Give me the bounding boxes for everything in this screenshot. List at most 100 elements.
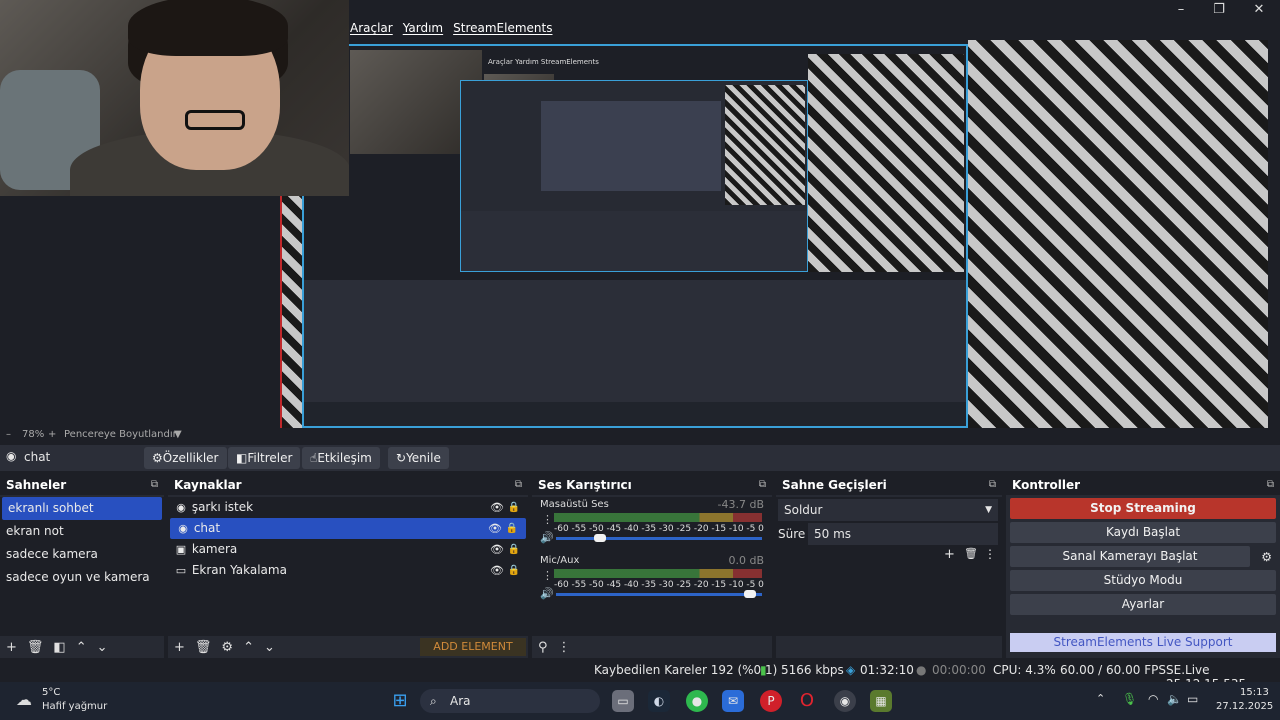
more-icon[interactable]: ⋮ (984, 547, 996, 561)
clock-time[interactable]: 15:13 (1240, 687, 1269, 698)
eye-icon[interactable]: 👁 (490, 539, 504, 560)
source-item[interactable]: ▭ Ekran Yakalama 👁 🔒 (168, 560, 528, 581)
eye-icon[interactable]: 👁 (488, 518, 502, 539)
maximize-button[interactable]: ❐ (1204, 2, 1234, 18)
add-element-button[interactable]: ADD ELEMENT (420, 638, 526, 656)
down-icon[interactable]: ⌄ (264, 640, 275, 655)
meter-scale: -60 -55 -50 -45 -40 -35 -30 -25 -20 -15 -10 -5 0 (554, 524, 764, 534)
filters-button[interactable]: ◧Filtreler (228, 447, 301, 469)
zoom-dropdown-icon[interactable]: ▼ (174, 429, 182, 440)
filters-label: Filtreler (247, 451, 293, 465)
source-item[interactable]: ◉ chat 👁 🔒 (170, 518, 526, 539)
stream-time: 01:32:10 (860, 663, 914, 677)
lock-icon[interactable]: 🔒 (506, 518, 518, 539)
link-icon[interactable]: ⚲ (538, 640, 548, 655)
zoom-out-button[interactable]: – (6, 429, 11, 440)
start-recording-button[interactable]: Kaydı Başlat (1010, 522, 1276, 543)
taskbar-search[interactable]: ⌕ Ara (420, 689, 600, 713)
interact-button[interactable]: ☝Etkileşim (302, 447, 380, 469)
popout-icon[interactable]: ⧉ (759, 475, 766, 495)
more-icon[interactable]: ⋮ (542, 513, 553, 526)
weather-temp[interactable]: 5°C (42, 687, 60, 698)
scale-tick: -25 (676, 580, 692, 590)
transition-select[interactable]: Soldur ▼ (778, 499, 998, 521)
wifi-icon[interactable]: ◠ (1148, 692, 1158, 706)
fit-window-label[interactable]: Pencereye Boyutlandır (64, 429, 177, 440)
lock-icon[interactable]: 🔒 (508, 560, 520, 581)
cloud-icon[interactable]: ☁ (16, 690, 32, 709)
scale-tick: -50 (588, 580, 604, 590)
opera-icon[interactable]: O (796, 690, 818, 712)
gear-icon: ⚙ (152, 451, 163, 465)
volume-slider[interactable] (556, 537, 762, 540)
outlook-icon[interactable]: ✉ (722, 690, 744, 712)
scene-item[interactable]: ekranlı sohbet (2, 497, 162, 520)
clock-date[interactable]: 27.12.2025 (1216, 701, 1273, 712)
battery-icon[interactable]: ▭ (1187, 692, 1198, 706)
up-icon[interactable]: ⌃ (243, 640, 254, 655)
source-item[interactable]: ▣ kamera 👁 🔒 (168, 539, 528, 560)
studio-mode-button[interactable]: Stüdyo Modu (1010, 570, 1276, 591)
mixer-title: Ses Karıştırıcı (538, 478, 632, 492)
up-icon[interactable]: ⌃ (76, 640, 87, 655)
volume-icon[interactable]: 🔈 (1167, 692, 1182, 706)
microphone-icon[interactable]: 🎙 (1122, 692, 1137, 706)
popout-icon[interactable]: ⧉ (151, 475, 158, 495)
source-item[interactable]: ◉ şarkı istek 👁 🔒 (168, 497, 528, 518)
gear-icon[interactable]: ⚙ (221, 640, 233, 655)
gear-icon[interactable]: ⚙ (1261, 550, 1272, 564)
steam-icon[interactable]: ◐ (648, 690, 670, 712)
close-button[interactable]: ✕ (1244, 2, 1274, 18)
filter-icon[interactable]: ◧ (53, 640, 65, 655)
scene-item[interactable]: sadece kamera (0, 543, 164, 566)
eye-icon[interactable]: 👁 (490, 497, 504, 518)
trash-icon[interactable]: 🗑 (27, 640, 44, 655)
task-view-icon[interactable]: ▭ (612, 690, 634, 712)
add-icon[interactable]: + (944, 547, 955, 562)
popout-icon[interactable]: ⧉ (989, 475, 996, 495)
speaker-icon[interactable]: 🔊 (540, 531, 554, 544)
duration-input[interactable]: 50 ms (808, 523, 998, 545)
minecraft-icon[interactable]: ▦ (870, 690, 892, 712)
zoom-in-button[interactable]: + (48, 429, 56, 440)
settings-button[interactable]: Ayarlar (1010, 594, 1276, 615)
more-icon[interactable]: ⋮ (558, 640, 571, 655)
chevron-up-icon[interactable]: ⌃ (1096, 692, 1105, 705)
more-icon[interactable]: ⋮ (542, 569, 553, 582)
sources-list: ◉ şarkı istek 👁 🔒 ◉ chat 👁 🔒 ▣ kamera 👁 🔒 ▭ Ek… (168, 497, 528, 636)
refresh-button[interactable]: ↻Yenile (388, 447, 449, 469)
trash-icon[interactable]: 🗑 (195, 640, 212, 655)
lock-icon[interactable]: 🔒 (508, 497, 520, 518)
volume-knob[interactable] (744, 590, 756, 598)
menu-tools[interactable]: Araçlar (350, 21, 393, 35)
stop-streaming-button[interactable]: Stop Streaming (1010, 498, 1276, 519)
volume-slider[interactable] (556, 593, 762, 596)
volume-knob[interactable] (593, 534, 606, 542)
trash-icon[interactable]: 🗑 (964, 547, 978, 560)
transitions-dock: Sahne Geçişleri ⧉ Soldur ▼ Süre 50 ms + 🗑… (776, 475, 1002, 658)
menu-help[interactable]: Yardım (403, 21, 443, 35)
down-icon[interactable]: ⌄ (97, 640, 108, 655)
windows-start-icon[interactable]: ⊞ (389, 690, 411, 712)
scale-tick: -25 (676, 524, 692, 534)
scale-tick: -55 (571, 524, 587, 534)
eye-icon[interactable]: 👁 (490, 560, 504, 581)
minimize-button[interactable]: – (1166, 2, 1196, 18)
add-icon[interactable]: + (6, 640, 17, 655)
scene-item[interactable]: ekran not (0, 520, 164, 543)
popout-icon[interactable]: ⧉ (515, 475, 522, 495)
app-icon[interactable]: ● (686, 690, 708, 712)
properties-button[interactable]: ⚙Özellikler (144, 447, 227, 469)
menu-streamelements[interactable]: StreamElements (453, 21, 552, 35)
virtual-camera-button[interactable]: Sanal Kamerayı Başlat (1010, 546, 1250, 567)
popout-icon[interactable]: ⧉ (1267, 475, 1274, 495)
live-support-button[interactable]: StreamElements Live Support (1010, 633, 1276, 652)
add-icon[interactable]: + (174, 640, 185, 655)
obs-icon[interactable]: ◉ (834, 690, 856, 712)
scene-item[interactable]: sadece oyun ve kamera (0, 566, 164, 589)
scale-tick: -30 (658, 580, 674, 590)
weather-desc[interactable]: Hafif yağmur (42, 701, 107, 712)
speaker-icon[interactable]: 🔊 (540, 587, 554, 600)
lock-icon[interactable]: 🔒 (508, 539, 520, 560)
pinterest-icon[interactable]: P (760, 690, 782, 712)
